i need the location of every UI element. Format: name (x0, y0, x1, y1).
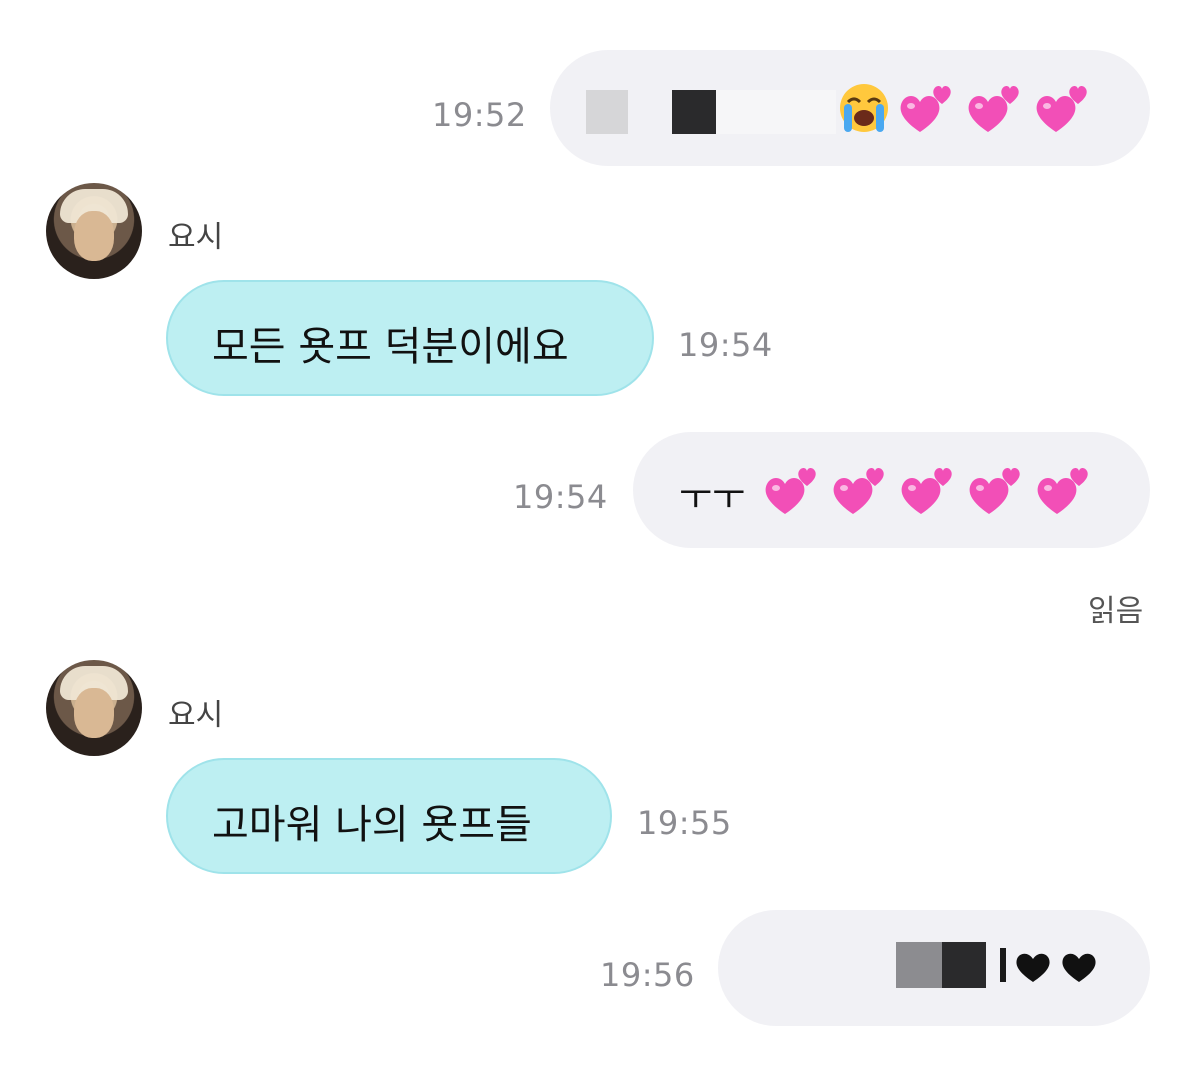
sender-avatar[interactable] (46, 660, 142, 756)
two-hearts-icon (968, 86, 1019, 132)
redacted-text (716, 90, 836, 134)
message-text: 고마워 나의 욧프들 (212, 802, 532, 848)
outgoing-message-bubble[interactable] (718, 910, 1150, 1026)
sender-name: 요시 (168, 220, 224, 255)
message-timestamp: 19:54 (513, 478, 608, 516)
sender-avatar[interactable] (46, 183, 142, 279)
incoming-message-bubble[interactable]: 고마워 나의 욧프들 (166, 758, 612, 874)
message-timestamp: 19:52 (432, 96, 527, 134)
loudly-crying-face-icon (840, 84, 888, 132)
two-hearts-icon (901, 468, 952, 514)
redacted-text (1000, 948, 1006, 982)
message-timestamp: 19:56 (600, 956, 695, 994)
outgoing-message-bubble[interactable]: ㅜㅜ (633, 432, 1150, 548)
two-hearts-icon (833, 468, 884, 514)
read-receipt: 읽음 (1088, 594, 1144, 629)
two-hearts-icon (900, 86, 951, 132)
black-heart-icon (1062, 953, 1096, 982)
message-text: 모든 욧프 덕분이에요 (212, 324, 569, 370)
two-hearts-icon (1037, 468, 1088, 514)
two-hearts-icon (969, 468, 1020, 514)
message-text: ㅜㅜ (679, 477, 746, 518)
redacted-text (896, 942, 942, 988)
sender-name: 요시 (168, 698, 224, 733)
two-hearts-icon (765, 468, 816, 514)
black-heart-icon (1016, 953, 1050, 982)
message-timestamp: 19:54 (678, 326, 773, 364)
message-timestamp: 19:55 (637, 804, 732, 842)
redacted-text (942, 942, 986, 988)
redacted-text (586, 90, 628, 134)
redacted-text (672, 90, 716, 134)
incoming-message-bubble[interactable]: 모든 욧프 덕분이에요 (166, 280, 654, 396)
two-hearts-icon (1036, 86, 1087, 132)
outgoing-message-bubble[interactable] (550, 50, 1150, 166)
